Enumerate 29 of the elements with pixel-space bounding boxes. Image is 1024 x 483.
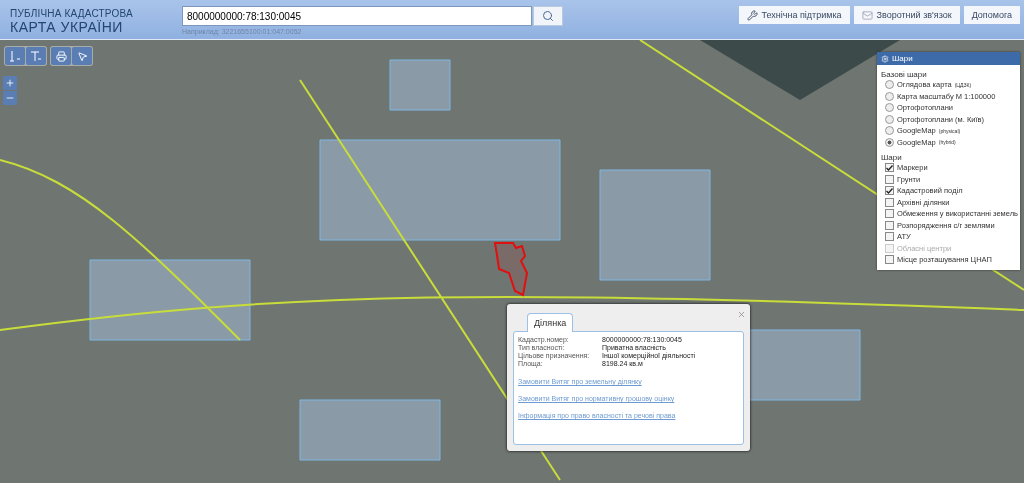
site-title: КАРТА УКРАЇНИ	[10, 19, 124, 35]
popup-tab[interactable]: Ділянка	[527, 313, 574, 332]
zoom-in-button[interactable]	[3, 76, 17, 90]
site-subtitle: ПУБЛІЧНА КАДАСТРОВА	[10, 8, 134, 19]
measure-area-button[interactable]	[26, 47, 46, 65]
plus-icon	[5, 78, 15, 88]
gear-icon	[881, 54, 889, 63]
measure-distance-button[interactable]	[5, 47, 25, 65]
section-heading: Шари	[880, 152, 903, 162]
cursor-icon	[76, 50, 88, 62]
zoom-out-button[interactable]	[3, 91, 17, 105]
area-ruler-icon	[30, 50, 42, 62]
printer-icon	[55, 50, 67, 62]
section-heading: Базові шари	[880, 69, 928, 79]
search-field[interactable]: 8000000000:78:130:0045	[182, 6, 532, 26]
header-link[interactable]: Допомога	[963, 6, 1020, 24]
print-button[interactable]	[51, 47, 71, 65]
checkmark-icon	[886, 164, 893, 171]
identify-button[interactable]	[72, 47, 92, 65]
close-icon	[737, 310, 746, 319]
tools-icon	[746, 9, 758, 21]
envelope-icon	[861, 9, 873, 21]
ruler-icon	[9, 50, 21, 62]
search-button[interactable]	[533, 6, 563, 26]
layers-title: Шари	[892, 54, 913, 63]
header-link[interactable]: Технічна підтримка	[738, 6, 850, 24]
search-icon	[542, 10, 554, 22]
header-link[interactable]: Зворотний зв'язок	[853, 6, 960, 24]
checkmark-icon	[886, 187, 893, 194]
